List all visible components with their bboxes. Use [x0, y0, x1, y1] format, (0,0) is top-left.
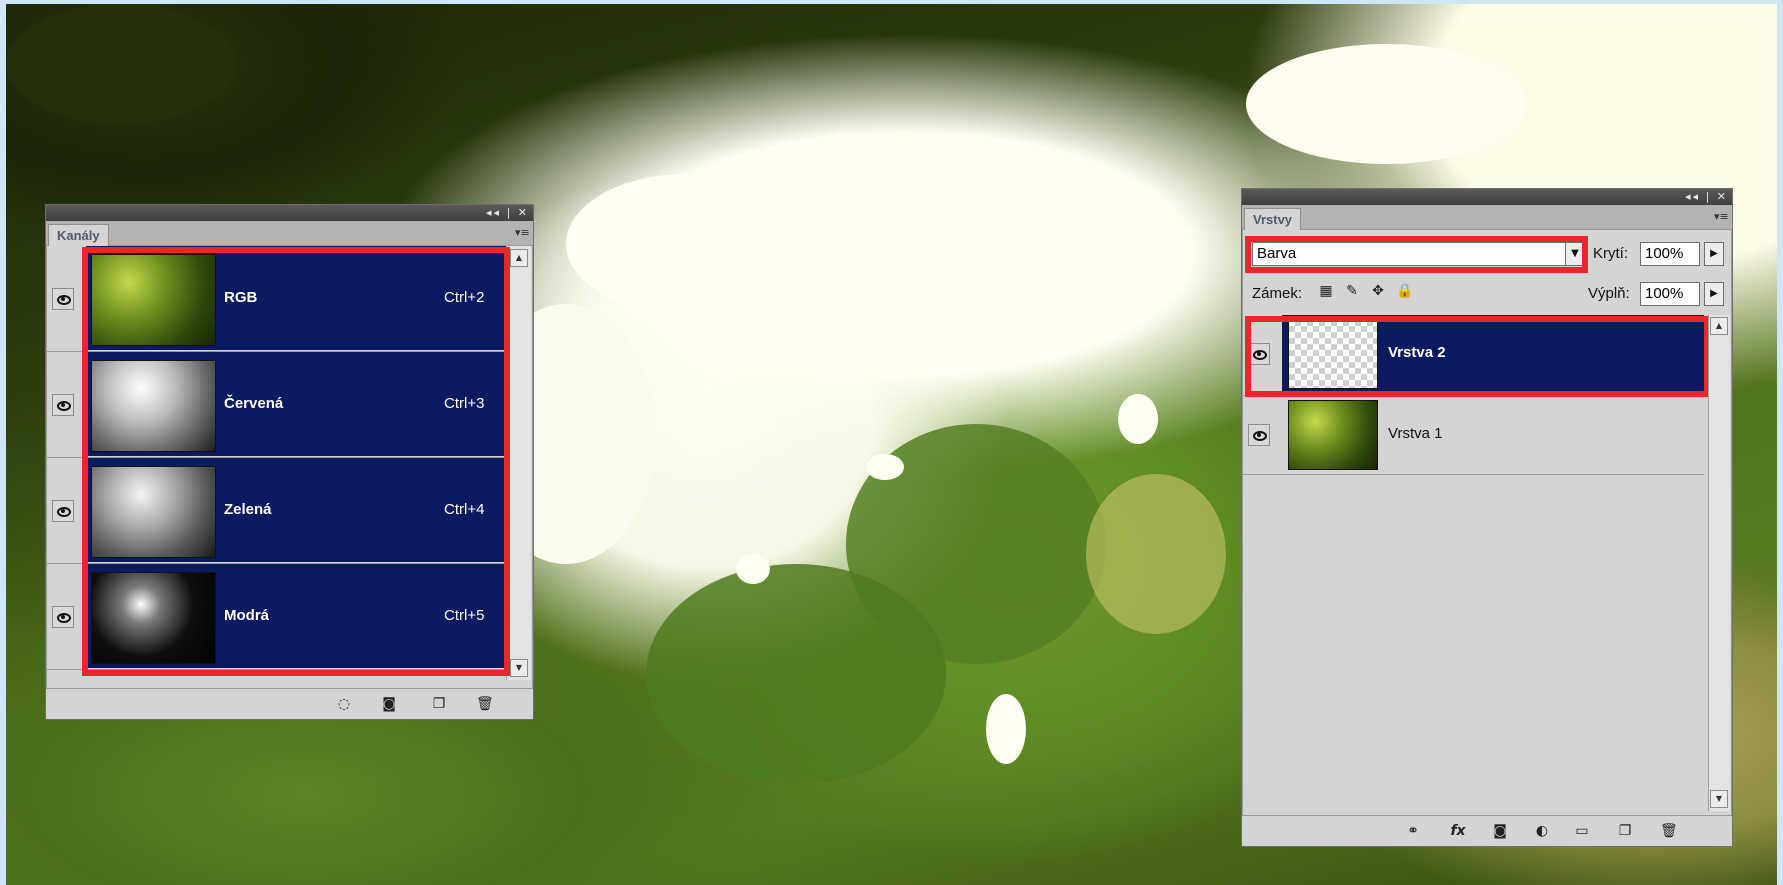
highlight-spot [986, 694, 1026, 764]
adjustment-icon[interactable]: ◐ [1534, 823, 1550, 839]
panel-menu-icon[interactable]: ▾≡ [515, 227, 530, 239]
highlight-box [1245, 316, 1710, 397]
lock-label: Zámek: [1252, 285, 1303, 302]
lock-all-icon[interactable]: 🔒 [1396, 283, 1413, 299]
highlight-spot [736, 554, 770, 584]
leaf-shape [646, 564, 946, 784]
layers-panel-titlebar[interactable]: ◂◂ | ✕ [1242, 189, 1732, 205]
highlight-box [82, 247, 510, 676]
eye-icon[interactable] [52, 394, 74, 416]
load-selection-icon[interactable]: ◌ [336, 696, 352, 712]
opacity-arrow-icon[interactable]: ▶ [1704, 242, 1724, 266]
lock-pixels-brush-icon[interactable]: ✎ [1344, 283, 1360, 299]
panel-collapse-close-icon[interactable]: ◂◂ | ✕ [486, 206, 529, 219]
scroll-up-button[interactable]: ▲ [1710, 317, 1728, 335]
layer-name: Vrstva 1 [1388, 425, 1443, 442]
channels-panel: ◂◂ | ✕ Kanály ▾≡ RGB Ctrl+2 Červená Ctrl… [45, 204, 534, 720]
channels-tab-row: Kanály ▾≡ [46, 221, 533, 246]
layers-scrollbar[interactable]: ▲ ▼ [1708, 315, 1730, 811]
lock-transparency-icon[interactable]: ▦ [1318, 283, 1334, 299]
link-icon[interactable]: ⚭ [1405, 823, 1421, 839]
tab-layers[interactable]: Vrstvy [1244, 208, 1302, 230]
eye-icon[interactable] [52, 500, 74, 522]
save-selection-icon[interactable]: ◙ [381, 696, 397, 712]
new-layer-icon[interactable]: ❐ [1617, 823, 1633, 839]
highlight-spot [566, 174, 806, 314]
tab-channels[interactable]: Kanály [48, 224, 109, 246]
layers-panel: ◂◂ | ✕ Vrstvy ▾≡ Barva ▼ Krytí: 100% ▶ Z… [1241, 188, 1733, 847]
lock-position-move-icon[interactable]: ✥ [1370, 283, 1386, 299]
scroll-down-button[interactable]: ▼ [510, 659, 528, 677]
branch-shadow [6, 4, 236, 124]
layer-row[interactable]: Vrstva 1 [1242, 396, 1704, 475]
opacity-label: Krytí: [1593, 245, 1629, 262]
eye-icon[interactable] [1248, 424, 1270, 446]
new-channel-icon[interactable]: ❐ [431, 696, 447, 712]
group-folder-icon[interactable]: ▭ [1574, 823, 1590, 839]
layer-thumbnail [1288, 400, 1378, 470]
highlight-box [1245, 236, 1588, 273]
highlight-spot [1246, 44, 1526, 164]
channels-footer: ◌ ◙ ❐ 🗑 [46, 688, 533, 719]
channels-panel-titlebar[interactable]: ◂◂ | ✕ [46, 205, 533, 221]
panel-menu-icon[interactable]: ▾≡ [1714, 211, 1729, 223]
highlight-spot [866, 454, 904, 480]
layers-tab-row: Vrstvy ▾≡ [1242, 205, 1732, 230]
trash-icon[interactable]: 🗑 [1660, 823, 1678, 839]
fill-field[interactable]: 100% [1640, 282, 1700, 306]
panel-collapse-close-icon[interactable]: ◂◂ | ✕ [1685, 190, 1728, 203]
scroll-up-button[interactable]: ▲ [510, 249, 528, 267]
opacity-field[interactable]: 100% [1640, 242, 1700, 266]
leaf-shape [1086, 474, 1226, 634]
eye-icon[interactable] [52, 288, 74, 310]
fill-arrow-icon[interactable]: ▶ [1704, 282, 1724, 306]
fill-label: Výplň: [1588, 285, 1630, 302]
scroll-down-button[interactable]: ▼ [1710, 790, 1728, 808]
fx-icon[interactable]: fx [1450, 823, 1466, 839]
mask-icon[interactable]: ◙ [1492, 823, 1508, 839]
eye-icon[interactable] [52, 606, 74, 628]
trash-icon[interactable]: 🗑 [476, 696, 494, 712]
highlight-spot [1118, 394, 1158, 444]
layers-footer: ⚭ fx ◙ ◐ ▭ ❐ 🗑 [1242, 815, 1732, 846]
